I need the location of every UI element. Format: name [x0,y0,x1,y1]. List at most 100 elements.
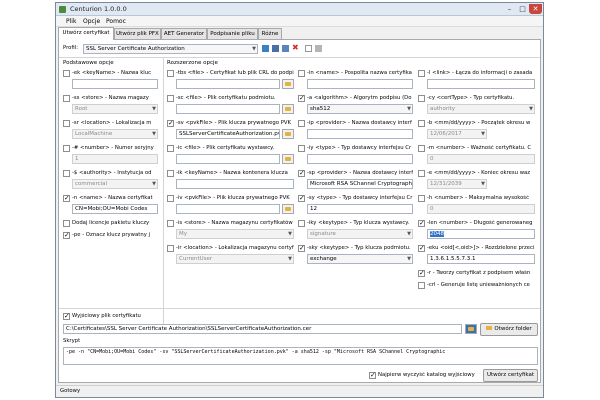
eku-checkbox[interactable] [418,244,425,252]
n-checkbox[interactable] [63,194,70,202]
open-folder-label: Otwórz folder [494,326,532,332]
profile-select[interactable]: SSL Server Certificate Authorization ▼ [83,44,258,54]
tbs-field[interactable] [176,79,280,89]
sp-field[interactable]: Microsoft RSA SChannel Cryptographic [307,179,413,189]
crl-checkbox[interactable] [418,282,425,289]
sr-checkbox[interactable] [63,120,70,127]
new-profile-icon[interactable] [262,45,269,52]
serial-field[interactable]: 1 [72,154,158,164]
iy-field[interactable] [307,154,413,164]
settings-icon[interactable] [305,45,312,52]
save-as-icon[interactable] [282,45,289,52]
maximize-button[interactable]: □ [516,4,529,14]
license-checkbox[interactable] [63,220,70,227]
r-checkbox[interactable] [418,269,425,277]
sky-checkbox[interactable] [298,244,305,252]
len-field[interactable]: 2048 [427,229,535,239]
len-checkbox[interactable] [418,219,425,227]
tab-sign-file[interactable]: Podpisanie pliku [207,28,258,39]
sky-select[interactable]: exchange ▼ [307,254,413,264]
delete-icon[interactable]: ✖ [292,44,300,52]
l-field[interactable] [427,79,535,89]
ik-checkbox[interactable] [167,170,174,177]
authority-checkbox[interactable] [63,170,70,177]
ir-select[interactable]: CurrentUser ▼ [176,254,294,264]
m-field[interactable]: 0 [427,154,535,164]
sr-select[interactable]: LocalMachine ▼ [72,129,158,139]
menu-opcje[interactable]: Opcje [83,17,100,26]
h-field[interactable]: 0 [427,204,535,214]
chevron-down-icon: ▼ [407,106,411,112]
ss-label: -ss <store> - Nazwa magazy [72,95,149,101]
a-checkbox[interactable] [298,94,305,102]
iky-select[interactable]: signature ▼ [307,229,413,239]
sv-checkbox[interactable] [167,119,174,127]
iv-field[interactable] [176,204,280,214]
iy-checkbox[interactable] [298,145,305,152]
is-checkbox[interactable] [167,220,174,227]
ek-checkbox[interactable] [63,70,70,77]
copy-icon[interactable] [315,45,322,52]
clear-output-checkbox[interactable] [369,371,376,379]
iky-checkbox[interactable] [298,220,305,227]
ik-field[interactable] [176,179,294,189]
save-output-icon[interactable] [465,324,477,334]
in-field[interactable] [307,79,413,89]
ip-field[interactable] [307,129,413,139]
ss-select[interactable]: Root ▼ [72,104,158,114]
tbs-checkbox[interactable] [167,70,174,77]
close-button[interactable]: ✕ [529,4,542,14]
authority-select[interactable]: commercial ▼ [72,179,158,189]
h-checkbox[interactable] [418,195,425,202]
cy-select[interactable]: authority ▼ [427,104,535,114]
is-select[interactable]: My ▼ [176,229,294,239]
iv-folder-icon[interactable] [282,204,294,214]
output-checkbox[interactable] [63,312,70,320]
save-icon[interactable] [272,45,279,52]
menu-plik[interactable]: Plik [66,17,76,26]
tab-misc[interactable]: Różne [258,28,282,39]
tbs-folder-icon[interactable] [282,79,294,89]
ek-field[interactable] [72,79,158,89]
sv-folder-icon[interactable] [282,129,294,139]
a-select[interactable]: sha512 ▼ [307,104,413,114]
ic-folder-icon[interactable] [282,154,294,164]
ss-checkbox[interactable] [63,95,70,102]
l-checkbox[interactable] [418,70,425,77]
e-date-field[interactable]: 12/31/2039 ▼ [427,179,487,189]
eku-field[interactable]: 1.3.6.1.5.5.7.3.1 [427,254,535,264]
minimize-button[interactable]: – [503,4,516,14]
script-textarea[interactable]: -pe -n "CN=Mobi;OU=Mobi Codes" -sv "SSLS… [63,347,538,365]
sc-checkbox[interactable] [167,95,174,102]
in-checkbox[interactable] [298,70,305,77]
open-folder-button[interactable]: Otwórz folder [480,323,538,336]
serial-checkbox[interactable] [63,145,70,152]
ic-checkbox[interactable] [167,145,174,152]
ic-field[interactable] [176,154,280,164]
ip-label: -ip <provider> - Nazwa dostawcy interf [307,120,412,126]
n-field[interactable]: CN=Mobi;OU=Mobi Codes [72,204,158,214]
cy-checkbox[interactable] [418,95,425,102]
create-certificate-button[interactable]: Utwórz certyfikat [483,369,538,382]
ip-checkbox[interactable] [298,120,305,127]
tab-create-certificate[interactable]: Utwórz certyfikat [58,27,114,40]
tab-aet-generator[interactable]: AET Generator [161,28,207,39]
sv-field[interactable]: SSLServerCertificateAuthorization.pvk [176,129,280,139]
sp-checkbox[interactable] [298,169,305,177]
chevron-down-icon: ▼ [252,46,256,52]
sy-checkbox[interactable] [298,194,305,202]
iv-checkbox[interactable] [167,195,174,202]
tab-create-pfx[interactable]: Utwórz plik PFX [114,28,161,39]
ir-checkbox[interactable] [167,245,174,252]
menu-pomoc[interactable]: Pomoc [106,17,126,26]
sc-folder-icon[interactable] [282,104,294,114]
ss-value: Root [75,106,88,112]
pe-checkbox[interactable] [63,231,70,239]
output-path-field[interactable]: C:\Certificates\SSL Server Certificate A… [63,324,462,334]
m-checkbox[interactable] [418,145,425,152]
sy-field[interactable]: 12 [307,204,413,214]
b-checkbox[interactable] [418,120,425,127]
sc-field[interactable] [176,104,280,114]
e-checkbox[interactable] [418,170,425,177]
b-date-field[interactable]: 12/06/2017 ▼ [427,129,487,139]
